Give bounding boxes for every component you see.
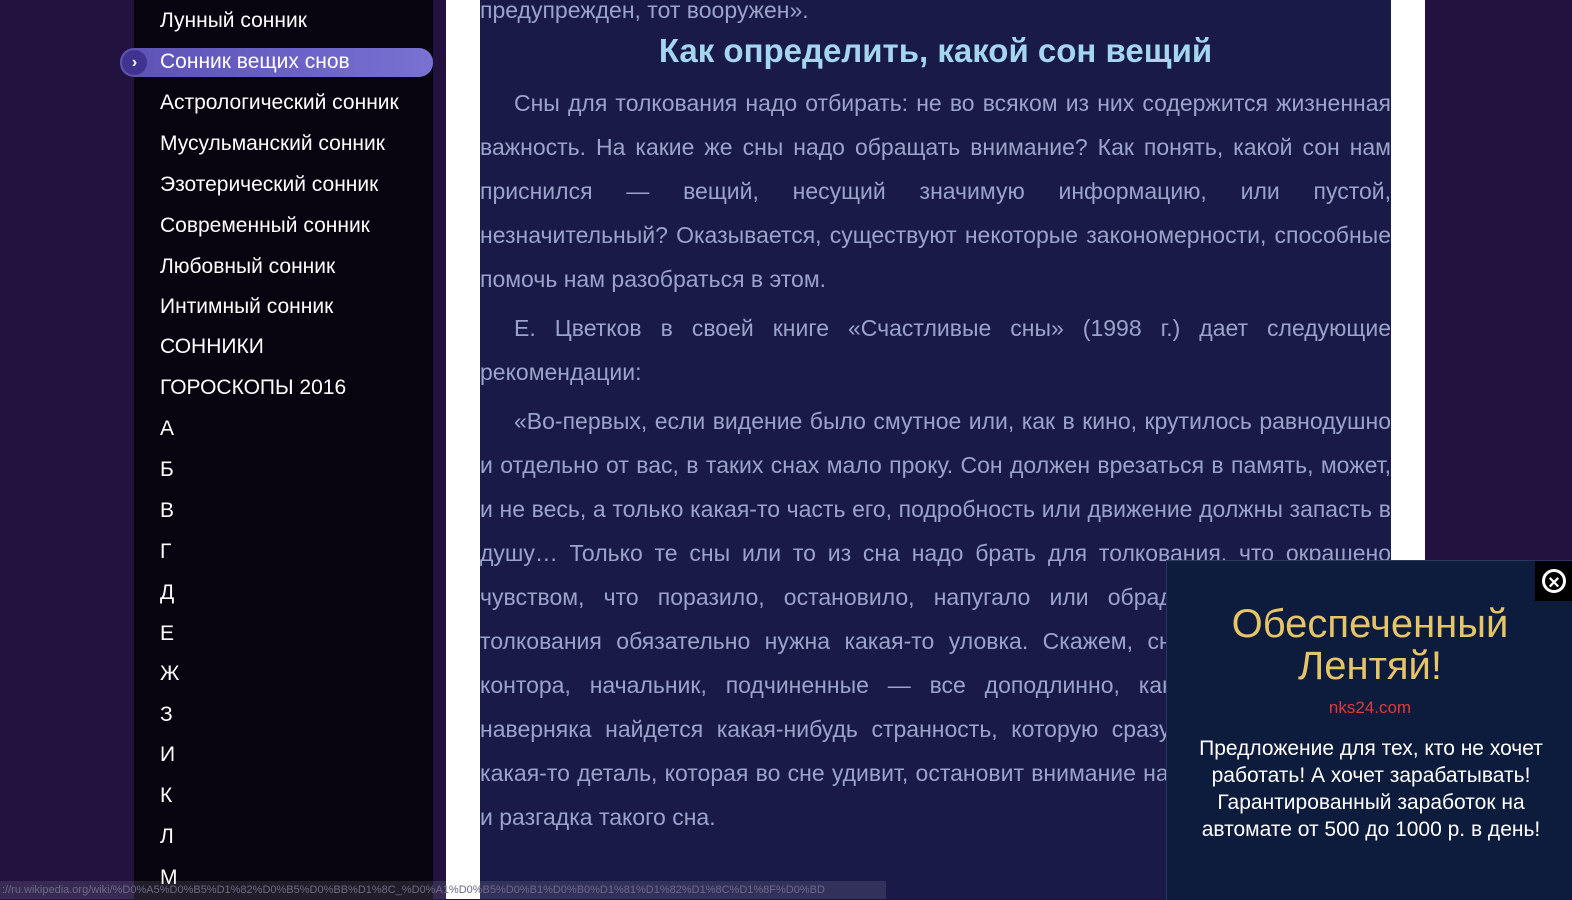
sidebar-letter-zh[interactable]: Ж — [160, 659, 179, 689]
status-bar-url: ://ru.wikipedia.org/wiki/%D0%A5%D0%B5%D1… — [0, 881, 886, 899]
sidebar-letter-b[interactable]: Б — [160, 455, 174, 485]
sidebar-item-horoscopes[interactable]: ГОРОСКОПЫ 2016 — [160, 373, 346, 403]
sidebar-letter-g[interactable]: Г — [160, 537, 171, 567]
close-circle-icon: × — [1542, 569, 1566, 594]
sidebar-item-love[interactable]: Любовный сонник — [160, 252, 335, 282]
popup-close-button[interactable]: × — [1535, 561, 1572, 601]
sidebar-item-modern[interactable]: Современный сонник — [160, 211, 370, 241]
article-heading: Как определить, какой сон вещий — [658, 32, 1213, 69]
article-paragraph: Сны для толкования надо отбирать: не во … — [480, 90, 1391, 292]
previous-paragraph-tail: предупрежден, тот вооружен». — [480, 0, 809, 23]
sidebar-item-lunar[interactable]: Лунный сонник — [160, 6, 307, 36]
sidebar-item-esoteric[interactable]: Эзотерический сонник — [160, 170, 378, 200]
sidebar-item-prophetic[interactable]: Сонник вещих снов — [160, 47, 350, 77]
sidebar-item-muslim[interactable]: Мусульманский сонник — [160, 129, 385, 159]
popup-url-link[interactable]: nks24.com — [1167, 698, 1572, 718]
sidebar-letter-e[interactable]: Е — [160, 619, 174, 649]
popup-description[interactable]: Предложение для тех, кто не хочет работа… — [1175, 735, 1567, 843]
chevron-right-icon: › — [122, 50, 147, 75]
sidebar-letter-z[interactable]: З — [160, 700, 173, 730]
popup-title[interactable]: Обеспеченный Лентяй! — [1167, 603, 1572, 687]
article-paragraph: Е. Цветков в своей книге «Счастливые сны… — [480, 315, 1391, 385]
sidebar-letter-l[interactable]: Л — [160, 822, 174, 852]
popup-ad[interactable]: × Обеспеченный Лентяй! nks24.com Предлож… — [1166, 560, 1572, 900]
sidebar-letter-d[interactable]: Д — [160, 578, 174, 608]
sidebar-letter-k[interactable]: К — [160, 781, 172, 811]
sidebar-item-dream-books[interactable]: СОННИКИ — [160, 332, 264, 362]
sidebar-letter-v[interactable]: В — [160, 496, 174, 526]
sidebar-item-intimate[interactable]: Интимный сонник — [160, 292, 333, 322]
sidebar-nav: › Лунный сонник Сонник вещих снов Астрол… — [120, 0, 433, 899]
sidebar-letter-a[interactable]: А — [160, 414, 174, 444]
sidebar-item-astrology[interactable]: Астрологический сонник — [160, 88, 399, 118]
sidebar-letter-i[interactable]: И — [160, 740, 175, 770]
